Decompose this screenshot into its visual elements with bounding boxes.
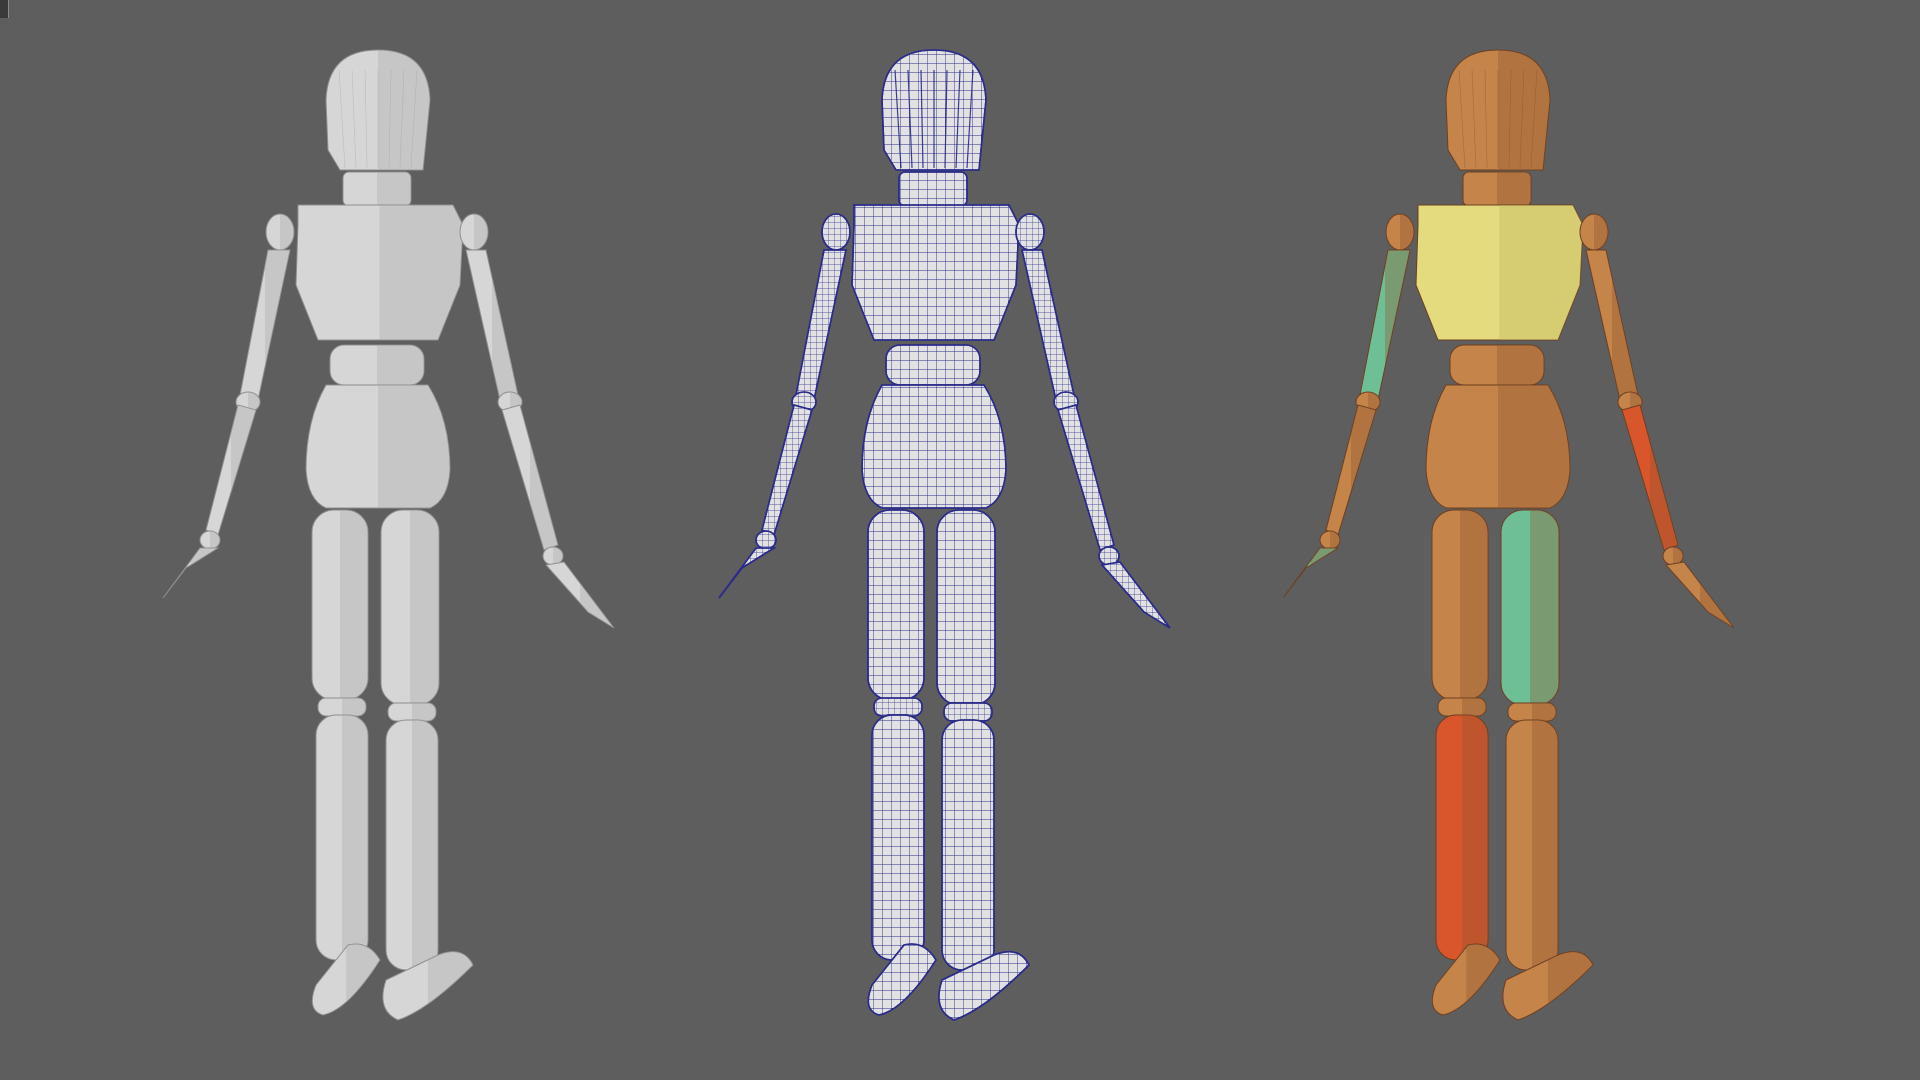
wireframe-hips-wire: [861, 384, 1007, 509]
wireframe-right-shoulder-joint-wire: [1015, 213, 1045, 251]
wireframe-left-shin-wire: [871, 714, 925, 961]
wireframe-left-hand[interactable]: [718, 547, 777, 599]
wireframe-neck-wire: [898, 171, 968, 207]
mannequin-shaded[interactable]: [162, 49, 615, 1021]
wireframe-right-knee-joint-wire: [943, 702, 993, 722]
textured-left-hand[interactable]: [1282, 547, 1340, 599]
wireframe-right-shin-wire: [941, 719, 995, 971]
wireframe-left-shoulder-joint-wire: [821, 213, 851, 251]
textured-left-hand-shade: [1283, 548, 1338, 598]
wireframe-left-thigh-wire: [867, 509, 925, 701]
wireframe-abdomen-wire: [885, 344, 981, 386]
wireframe-right-hand-wire: [1100, 561, 1171, 629]
wireframe-right-upper-arm-wire: [1020, 249, 1075, 401]
wireframe-left-forearm-wire: [761, 404, 814, 537]
wireframe-chest-wire: [851, 204, 1020, 341]
wireframe-left-hand-wire: [718, 547, 777, 599]
scene-canvas: [162, 49, 1735, 1021]
3d-viewport[interactable]: [0, 0, 1920, 1080]
mannequin-textured[interactable]: [1282, 49, 1735, 1021]
wireframe-left-wrist-joint-wire: [755, 530, 777, 550]
wireframe-left-knee-joint-wire: [873, 697, 923, 717]
wireframe-left-upper-arm-wire: [795, 249, 847, 401]
shaded-left-hand[interactable]: [162, 547, 220, 599]
shaded-left-hand-shade: [163, 548, 218, 598]
wireframe-right-forearm-wire: [1056, 404, 1115, 552]
wireframe-right-thigh-wire: [936, 509, 996, 706]
mannequin-wireframe[interactable]: [718, 49, 1171, 1021]
